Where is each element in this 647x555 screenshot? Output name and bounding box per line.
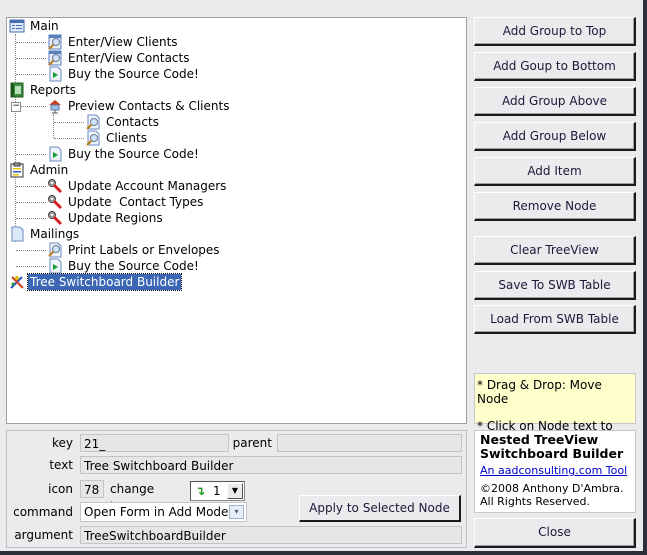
tree-line [16, 186, 46, 187]
add-group-to-bottom-button[interactable]: Add Goup to Bottom [474, 52, 636, 81]
argument-label: argument [14, 528, 73, 542]
green-arrow-icon: ↴ [195, 484, 206, 498]
command-label: command [13, 505, 73, 519]
tree-line [16, 154, 46, 155]
wrench-icon [47, 210, 63, 226]
wrench-icon [47, 178, 63, 194]
tree-line [16, 58, 46, 59]
tree-node-label[interactable]: Print Labels or Envelopes [66, 242, 222, 258]
tree-view[interactable]: − Main Enter/View Clients Enter/View Con… [6, 17, 467, 424]
load-from-swb-table-button[interactable]: Load From SWB Table [474, 305, 636, 334]
command-select[interactable]: Open Form in Add Mode ▾ [80, 502, 247, 522]
parent-field[interactable] [277, 434, 462, 452]
tree-node-label[interactable]: Update Account Managers [66, 178, 228, 194]
about-box: Nested TreeView Switchboard Builder An a… [474, 430, 636, 513]
tree-line [54, 122, 84, 123]
tree-node-label[interactable]: Reports [28, 82, 78, 98]
tree-node-label[interactable]: Admin [28, 162, 70, 178]
tree-node-label[interactable]: Clients [104, 130, 149, 146]
aadconsulting-link[interactable]: An aadconsulting.com Tool [480, 464, 630, 477]
copyright-line2: All Rights Reserved. [480, 495, 591, 508]
close-button[interactable]: Close [474, 518, 636, 548]
tree-node-label[interactable]: Enter/View Contacts [66, 50, 191, 66]
report-book-icon [9, 82, 25, 98]
change-icon-value: 1 [213, 484, 221, 498]
save-to-swb-table-button[interactable]: Save To SWB Table [474, 271, 636, 300]
clipboard-icon [9, 162, 25, 178]
tree-node-label[interactable]: Buy the Source Code! [66, 146, 201, 162]
drag-drop-hint: * Drag & Drop: Move Node [477, 378, 602, 406]
dropdown-arrow-icon[interactable]: ▼ [227, 483, 243, 499]
window-border-bottom [0, 551, 647, 555]
parent-label: parent [232, 436, 272, 450]
window-border-right [643, 0, 647, 555]
command-value: Open Form in Add Mode [84, 505, 229, 519]
add-item-button[interactable]: Add Item [474, 157, 636, 186]
tree-node-label[interactable]: Enter/View Clients [66, 34, 180, 50]
tree-line [16, 266, 46, 267]
remove-node-button[interactable]: Remove Node [474, 192, 636, 221]
copyright-line1: ©2008 Anthony D'Ambra. [480, 482, 624, 495]
help-note: * Drag & Drop: Move Node * Click on Node… [474, 373, 636, 447]
argument-field[interactable]: TreeSwitchboardBuilder [80, 526, 462, 544]
play-document-icon [47, 258, 63, 274]
key-label: key [51, 436, 73, 450]
tree-line [16, 74, 46, 75]
tree-line [54, 138, 84, 139]
tree-node-label[interactable]: Mailings [28, 226, 81, 242]
icon-label: icon [48, 482, 73, 496]
text-label: text [49, 458, 73, 472]
blank-document-icon [9, 226, 25, 242]
tree-node-label[interactable]: Buy the Source Code! [66, 66, 201, 82]
tree-node-label[interactable]: Tree Switchboard Builder [26, 273, 183, 291]
play-document-icon [47, 146, 63, 162]
play-document-icon [47, 66, 63, 82]
tree-node-label[interactable]: Preview Contacts & Clients [66, 98, 231, 114]
wrench-icon [47, 194, 63, 210]
form-search-icon [47, 50, 63, 66]
switchboard-group-icon [9, 18, 25, 34]
chevron-down-icon[interactable]: ▾ [229, 505, 244, 519]
about-title-line1: Nested TreeView [480, 432, 599, 447]
collapse-toggle-icon[interactable]: − [11, 102, 21, 112]
key-field[interactable]: 21_ [80, 434, 229, 452]
add-group-to-top-button[interactable]: Add Group to Top [474, 17, 636, 46]
icon-field[interactable]: 78 [80, 480, 104, 498]
add-group-below-button[interactable]: Add Group Below [474, 122, 636, 151]
report-search-icon [85, 130, 101, 146]
tree-node-label[interactable]: Contacts [104, 114, 161, 130]
tree-line [53, 114, 54, 138]
form-search-icon [47, 34, 63, 50]
tree-line [16, 202, 46, 203]
tree-line [16, 218, 46, 219]
tree-node-label[interactable]: Buy the Source Code! [66, 258, 201, 274]
add-group-above-button[interactable]: Add Group Above [474, 87, 636, 116]
tree-line [16, 42, 46, 43]
magnifier-document-icon [47, 242, 63, 258]
tree-line [16, 250, 46, 251]
change-icon-label: change icon: [110, 482, 155, 514]
tree-line [15, 34, 16, 242]
house-group-icon [47, 98, 63, 114]
about-title-line2: Switchboard Builder [480, 446, 624, 461]
clear-treeview-button[interactable]: Clear TreeView [474, 236, 636, 265]
tree-node-label[interactable]: Update Regions [66, 210, 165, 226]
text-field[interactable]: Tree Switchboard Builder [80, 456, 462, 474]
tools-icon [9, 274, 25, 290]
tree-node-label[interactable]: Update Contact Types [66, 194, 205, 210]
apply-to-selected-node-button[interactable]: Apply to Selected Node [299, 495, 461, 522]
tree-node-label[interactable]: Main [28, 18, 61, 34]
change-icon-select[interactable]: ↴ 1 ▼ [190, 481, 245, 501]
report-search-icon [85, 114, 101, 130]
